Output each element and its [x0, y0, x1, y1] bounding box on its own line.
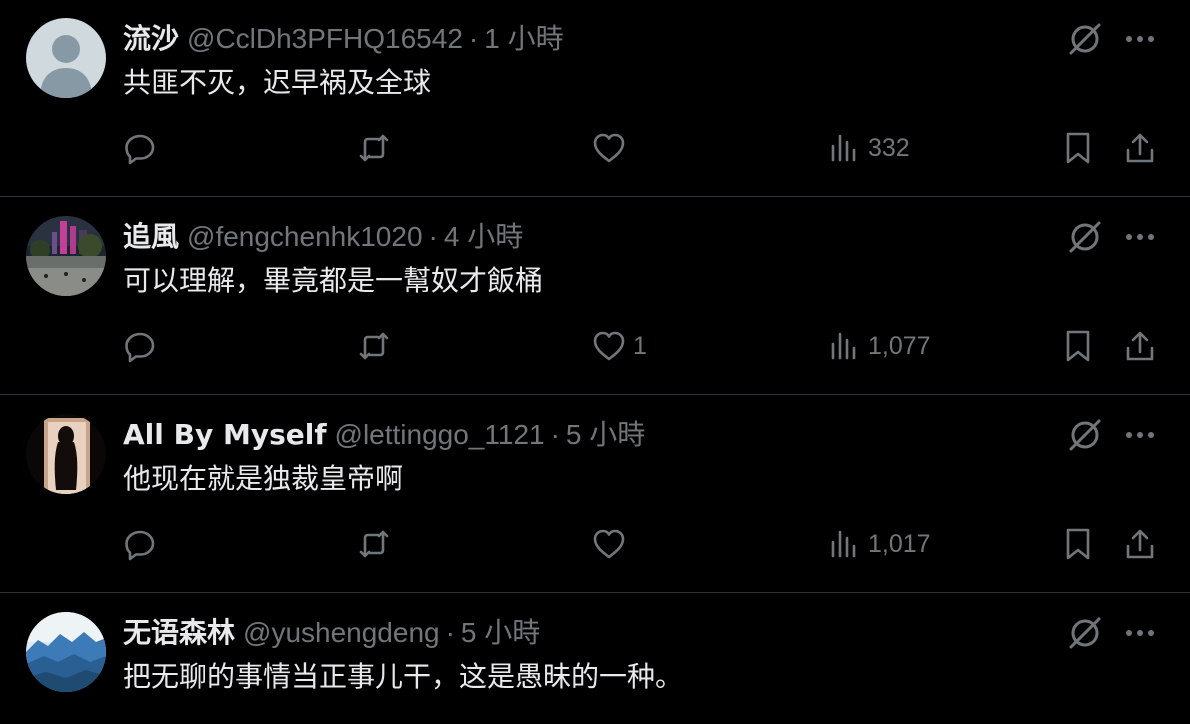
share-button[interactable] [1122, 324, 1158, 368]
bookmark-button[interactable] [1060, 324, 1096, 368]
share-icon [1126, 133, 1154, 163]
more-options-icon[interactable] [1120, 20, 1160, 58]
grok-icon[interactable] [1066, 218, 1104, 256]
city-night-avatar [26, 216, 106, 296]
action-bar: 332 [0, 126, 1190, 170]
display-name[interactable]: All By Myself [123, 418, 327, 451]
post-text: 他现在就是独裁皇帝啊 [123, 462, 404, 495]
like-button[interactable] [591, 126, 633, 170]
post-header: 流沙 @CclDh3PFHQ16542 · 1 小時 [123, 20, 564, 58]
views-count: 1,017 [868, 529, 931, 558]
retweet-icon [359, 530, 389, 558]
avatar[interactable] [26, 18, 106, 98]
bookmark-icon [1066, 528, 1090, 560]
retweet-button[interactable] [356, 522, 398, 566]
share-button[interactable] [1122, 522, 1158, 566]
reply-feed: 流沙 @CclDh3PFHQ16542 · 1 小時 共匪不灭，迟早祸及全球 3… [0, 0, 1190, 724]
like-count: 1 [633, 331, 647, 360]
views-chart-icon [831, 530, 856, 558]
bookmark-icon [1066, 330, 1090, 362]
retweet-icon [359, 332, 389, 360]
user-handle[interactable]: @fengchenhk1020 [187, 221, 423, 252]
post-header: 追風 @fengchenhk1020 · 4 小時 [123, 218, 523, 256]
separator: · [550, 419, 560, 450]
reply-button[interactable] [122, 324, 164, 368]
heart-icon [593, 529, 625, 559]
share-button[interactable] [1122, 126, 1158, 170]
mountain-avatar [26, 612, 106, 692]
action-bar: 1,017 [0, 522, 1190, 566]
grok-icon[interactable] [1066, 20, 1104, 58]
views-button[interactable]: 332 [826, 126, 910, 170]
grok-icon[interactable] [1066, 614, 1104, 652]
views-chart-icon [831, 332, 856, 360]
avatar[interactable] [26, 612, 106, 692]
like-button[interactable] [591, 522, 633, 566]
views-count: 1,077 [868, 331, 931, 360]
post[interactable]: 无语森林 @yushengdeng · 5 小時 把无聊的事情当正事儿干，这是愚昧的一… [0, 594, 1190, 724]
display-name[interactable]: 追風 [123, 220, 179, 253]
post-header: All By Myself @lettinggo_1121 · 5 小時 [123, 416, 645, 454]
reply-icon [125, 332, 155, 363]
heart-icon [593, 331, 625, 361]
timestamp[interactable]: 1 小時 [484, 23, 563, 54]
reply-button[interactable] [122, 522, 164, 566]
views-count: 332 [868, 133, 910, 162]
user-handle[interactable]: @yushengdeng [243, 617, 440, 648]
timestamp[interactable]: 4 小時 [444, 221, 523, 252]
post-text: 共匪不灭，迟早祸及全球 [123, 66, 432, 99]
default-avatar-icon [26, 18, 106, 98]
silhouette-avatar [26, 414, 106, 494]
more-options-icon[interactable] [1120, 218, 1160, 256]
views-button[interactable]: 1,017 [826, 522, 931, 566]
post[interactable]: All By Myself @lettinggo_1121 · 5 小時 他现在就是独… [0, 396, 1190, 593]
timestamp[interactable]: 5 小時 [566, 419, 645, 450]
separator: · [445, 617, 455, 648]
timestamp[interactable]: 5 小時 [461, 617, 540, 648]
retweet-button[interactable] [356, 324, 398, 368]
avatar[interactable] [26, 414, 106, 494]
views-chart-icon [831, 134, 856, 162]
heart-icon [593, 133, 625, 163]
post[interactable]: 追風 @fengchenhk1020 · 4 小時 可以理解，畢竟都是一幫奴才飯桶 [0, 198, 1190, 395]
post-text: 把无聊的事情当正事儿干，这是愚昧的一种。 [123, 660, 684, 693]
bookmark-button[interactable] [1060, 522, 1096, 566]
views-button[interactable]: 1,077 [826, 324, 931, 368]
reply-button[interactable] [122, 126, 164, 170]
grok-icon[interactable] [1066, 416, 1104, 454]
post-text: 可以理解，畢竟都是一幫奴才飯桶 [123, 264, 544, 297]
post[interactable]: 流沙 @CclDh3PFHQ16542 · 1 小時 共匪不灭，迟早祸及全球 3… [0, 0, 1190, 197]
bookmark-icon [1066, 132, 1090, 164]
user-handle[interactable]: @CclDh3PFHQ16542 [187, 23, 463, 54]
user-handle[interactable]: @lettinggo_1121 [335, 419, 545, 450]
retweet-button[interactable] [356, 126, 398, 170]
like-button[interactable]: 1 [591, 324, 647, 368]
separator: · [468, 23, 479, 54]
bookmark-button[interactable] [1060, 126, 1096, 170]
action-bar: 1 1,077 [0, 324, 1190, 368]
display-name[interactable]: 无语森林 [123, 616, 235, 649]
more-options-icon[interactable] [1120, 614, 1160, 652]
reply-icon [125, 530, 155, 561]
post-header: 无语森林 @yushengdeng · 5 小時 [123, 614, 540, 652]
share-icon [1126, 529, 1154, 559]
share-icon [1126, 331, 1154, 361]
separator: · [428, 221, 438, 252]
reply-icon [125, 134, 155, 165]
more-options-icon[interactable] [1120, 416, 1160, 454]
display-name[interactable]: 流沙 [123, 22, 179, 55]
retweet-icon [359, 134, 389, 162]
avatar[interactable] [26, 216, 106, 296]
